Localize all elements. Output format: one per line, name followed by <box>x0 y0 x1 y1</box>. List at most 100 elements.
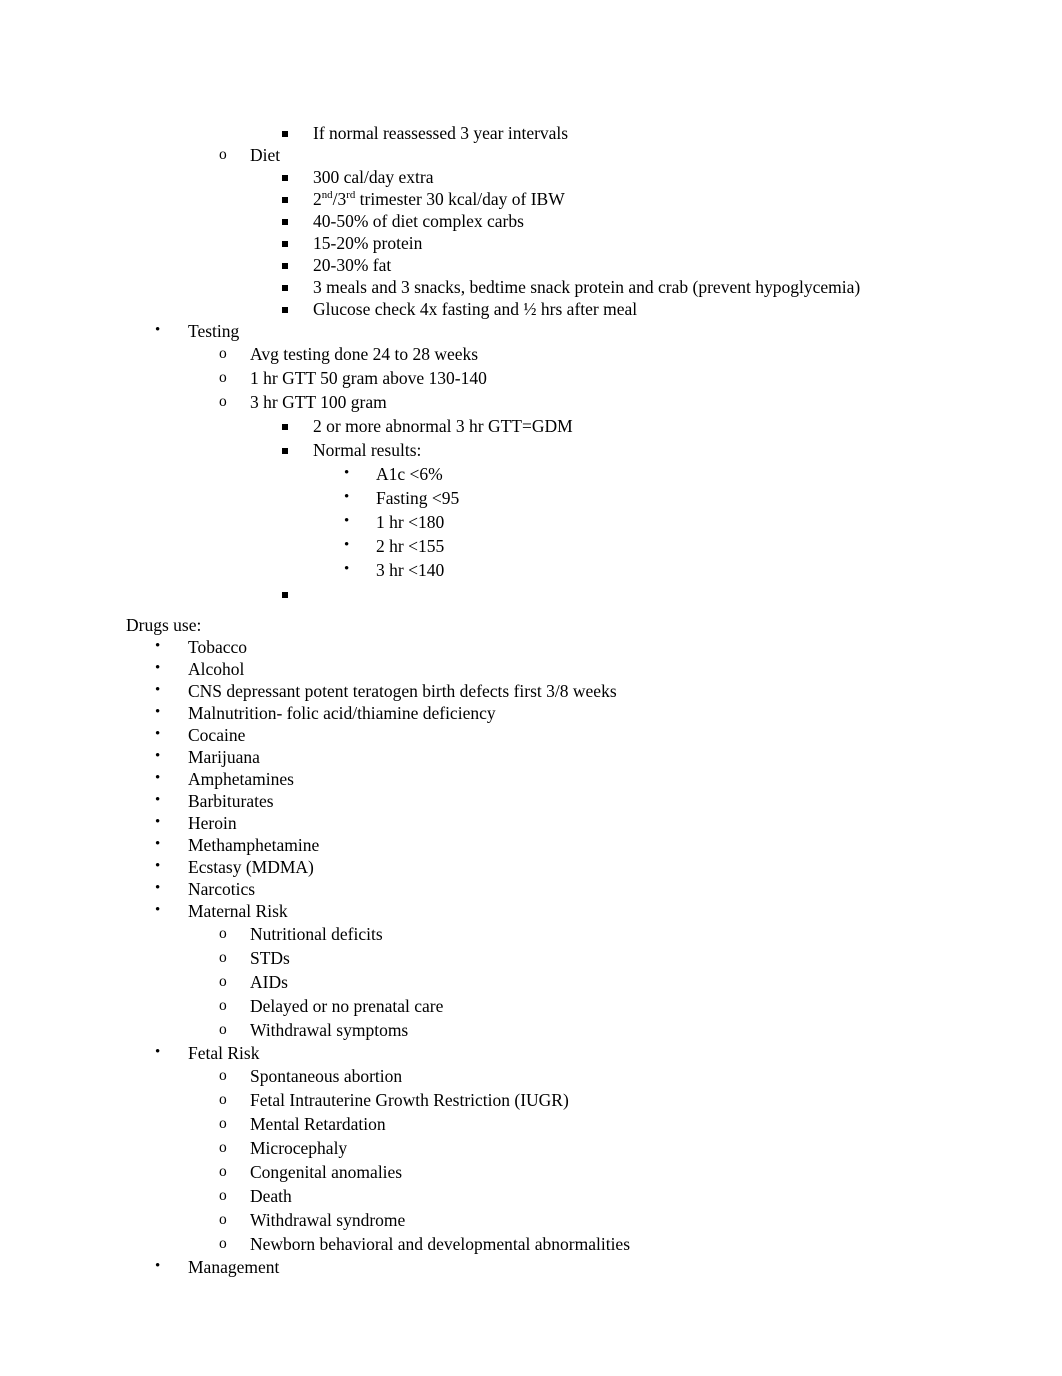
trimester-num1: 2 <box>313 189 322 209</box>
list-item-diet: o Diet <box>0 144 1062 166</box>
list-item-label: Diet <box>250 145 281 165</box>
list-item: • 2 hr <155 <box>0 534 1062 558</box>
list-item: • Amphetamines <box>0 768 1062 790</box>
circle-outline-bullet-icon: o <box>219 949 227 966</box>
list-item-testing: • Testing <box>0 320 1062 342</box>
list-item: o 1 hr GTT 50 gram above 130-140 <box>0 366 1062 390</box>
list-item-label: Malnutrition- folic acid/thiamine defici… <box>188 703 496 723</box>
disc-bullet-icon: • <box>344 513 350 529</box>
square-bullet-icon <box>282 188 288 210</box>
square-bullet-icon <box>282 122 288 144</box>
list-item: • Alcohol <box>0 658 1062 680</box>
list-item: • CNS depressant potent teratogen birth … <box>0 680 1062 702</box>
list-item-label: 1 hr GTT 50 gram above 130-140 <box>250 368 487 388</box>
square-bullet-icon <box>282 414 288 438</box>
list-item-label: Glucose check 4x fasting and ½ hrs after… <box>313 299 638 319</box>
list-item-trimester: 2nd/3rd trimester 30 kcal/day of IBW <box>0 188 1062 210</box>
list-item: o Death <box>0 1184 1062 1208</box>
square-bullet-icon <box>282 166 288 188</box>
disc-bullet-icon: • <box>155 682 161 698</box>
list-item: 40-50% of diet complex carbs <box>0 210 1062 232</box>
list-item: o Spontaneous abortion <box>0 1064 1062 1088</box>
list-item-label: Delayed or no prenatal care <box>250 996 444 1016</box>
list-item-label: 40-50% of diet complex carbs <box>313 211 524 231</box>
list-item: 3 meals and 3 snacks, bedtime snack prot… <box>0 276 1062 298</box>
list-item-label: 20-30% fat <box>313 255 392 275</box>
list-item-label: Normal results: <box>313 440 422 460</box>
disc-bullet-icon: • <box>155 638 161 654</box>
section-heading-drugs-use: Drugs use: <box>0 614 1062 636</box>
list-item: • Heroin <box>0 812 1062 834</box>
list-item-empty <box>0 582 1062 606</box>
list-item-management: • Management <box>0 1256 1062 1278</box>
trimester-sup1: nd <box>321 189 333 202</box>
list-item: o Congenital anomalies <box>0 1160 1062 1184</box>
list-item: Glucose check 4x fasting and ½ hrs after… <box>0 298 1062 320</box>
list-item: • 3 hr <140 <box>0 558 1062 582</box>
list-item: o AIDs <box>0 970 1062 994</box>
list-item-label: Amphetamines <box>188 769 294 789</box>
circle-outline-bullet-icon: o <box>219 1091 227 1108</box>
list-item-label: STDs <box>250 948 290 968</box>
disc-bullet-icon: • <box>155 748 161 764</box>
list-item: • A1c <6% <box>0 462 1062 486</box>
list-item: o Microcephaly <box>0 1136 1062 1160</box>
list-item-label: If normal reassessed 3 year intervals <box>313 123 569 143</box>
list-item: o 3 hr GTT 100 gram <box>0 390 1062 414</box>
disc-bullet-icon: • <box>155 814 161 830</box>
list-item: • Barbiturates <box>0 790 1062 812</box>
list-item-fetal-risk: • Fetal Risk <box>0 1042 1062 1064</box>
list-item-label: 15-20% protein <box>313 233 423 253</box>
list-item: • Methamphetamine <box>0 834 1062 856</box>
list-item: o Delayed or no prenatal care <box>0 994 1062 1018</box>
list-item-label: Withdrawal symptoms <box>250 1020 409 1040</box>
list-item: • 1 hr <180 <box>0 510 1062 534</box>
disc-bullet-icon: • <box>155 726 161 742</box>
list-item: • Marijuana <box>0 746 1062 768</box>
list-item: o Newborn behavioral and developmental a… <box>0 1232 1062 1256</box>
disc-bullet-icon: • <box>155 880 161 896</box>
list-item-label: 3 meals and 3 snacks, bedtime snack prot… <box>313 277 861 297</box>
list-item-label: Tobacco <box>188 637 248 657</box>
list-item: o Fetal Intrauterine Growth Restriction … <box>0 1088 1062 1112</box>
circle-outline-bullet-icon: o <box>219 1211 227 1228</box>
circle-outline-bullet-icon: o <box>219 997 227 1014</box>
list-item-label: A1c <6% <box>376 464 443 484</box>
list-item-label: Microcephaly <box>250 1138 348 1158</box>
circle-outline-bullet-icon: o <box>219 1187 227 1204</box>
square-bullet-icon <box>282 298 288 320</box>
trimester-rest: trimester 30 kcal/day of IBW <box>355 189 565 209</box>
list-item-maternal-risk: • Maternal Risk <box>0 900 1062 922</box>
list-item-label: Barbiturates <box>188 791 274 811</box>
list-item: o Withdrawal syndrome <box>0 1208 1062 1232</box>
square-bullet-icon <box>282 232 288 254</box>
list-item-label: Alcohol <box>188 659 245 679</box>
list-item-label: Nutritional deficits <box>250 924 383 944</box>
circle-outline-bullet-icon: o <box>219 1067 227 1084</box>
list-item-label: 3 hr <140 <box>376 560 445 580</box>
list-item: 300 cal/day extra <box>0 166 1062 188</box>
circle-outline-bullet-icon: o <box>219 1235 227 1252</box>
list-item: • Fasting <95 <box>0 486 1062 510</box>
square-bullet-icon <box>282 276 288 298</box>
list-item-label: Withdrawal syndrome <box>250 1210 406 1230</box>
disc-bullet-icon: • <box>155 1044 161 1060</box>
square-bullet-icon <box>282 582 288 606</box>
list-item-label: CNS depressant potent teratogen birth de… <box>188 681 617 701</box>
list-item-label: 3 hr GTT 100 gram <box>250 392 387 412</box>
list-item-label: Congenital anomalies <box>250 1162 403 1182</box>
trimester-sup2: rd <box>346 189 356 202</box>
circle-outline-bullet-icon: o <box>219 1115 227 1132</box>
list-item-label: Ecstasy (MDMA) <box>188 857 314 877</box>
list-item-label: 1 hr <180 <box>376 512 445 532</box>
list-item-label: Testing <box>188 321 240 341</box>
disc-bullet-icon: • <box>155 792 161 808</box>
list-item: • Ecstasy (MDMA) <box>0 856 1062 878</box>
list-item-label: Marijuana <box>188 747 260 767</box>
disc-bullet-icon: • <box>155 660 161 676</box>
circle-outline-bullet-icon: o <box>219 345 227 362</box>
section-heading-label: Drugs use: <box>126 615 202 635</box>
list-item-label: AIDs <box>250 972 288 992</box>
list-item: • Cocaine <box>0 724 1062 746</box>
